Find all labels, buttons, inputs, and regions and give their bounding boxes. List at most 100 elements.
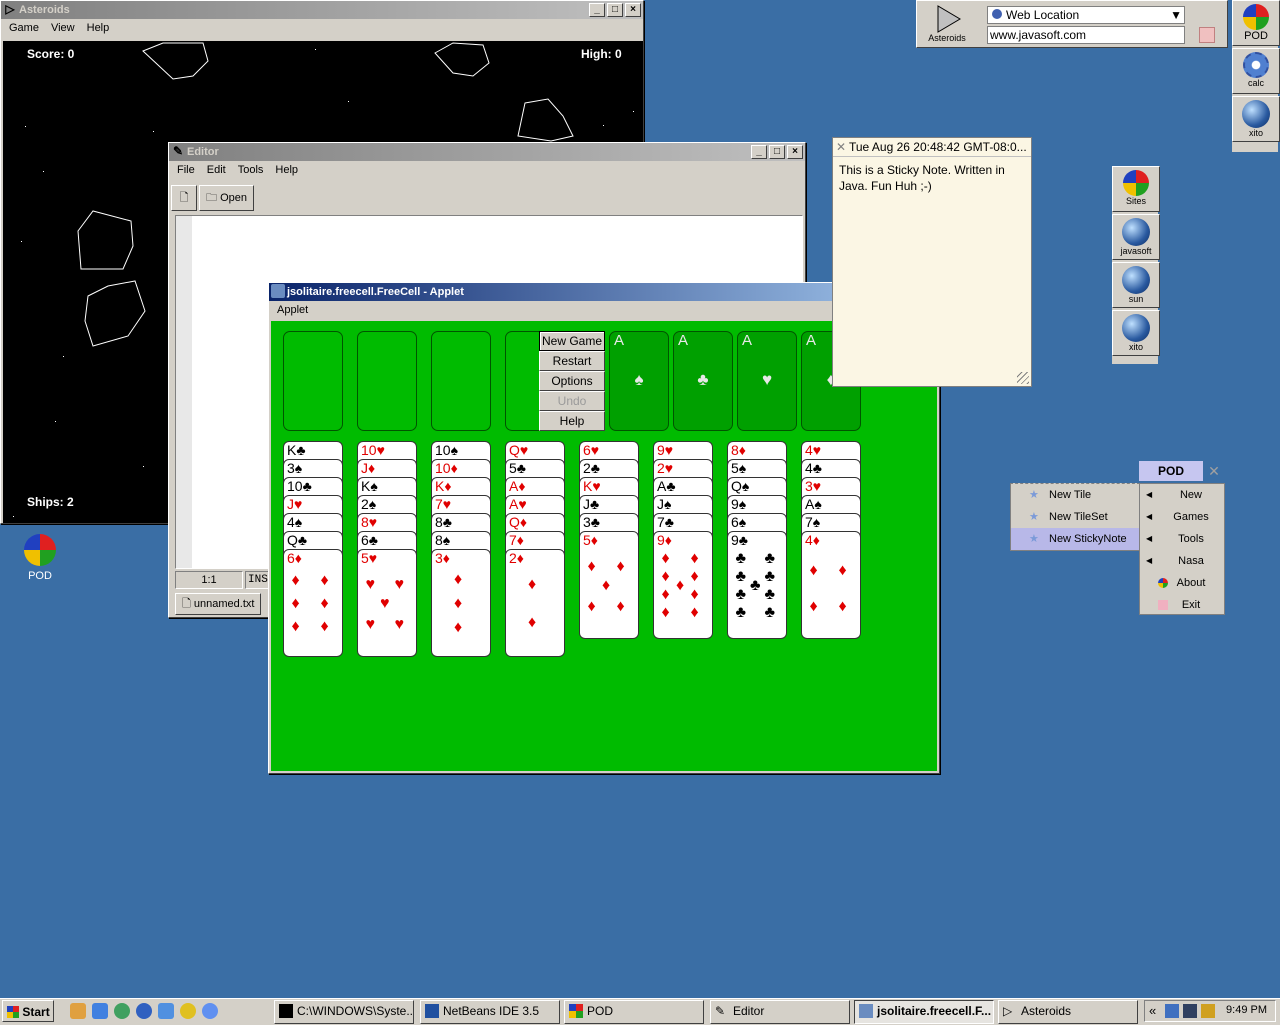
asteroids-launcher[interactable]: Asteroids bbox=[923, 2, 971, 46]
desktop-pod-icon[interactable]: POD bbox=[16, 534, 64, 582]
free-cell[interactable] bbox=[431, 331, 491, 431]
menu-help[interactable]: Help bbox=[81, 19, 116, 37]
card-rank: 10 bbox=[361, 442, 377, 458]
submenu-new-tile[interactable]: ★ New Tile bbox=[1011, 484, 1139, 506]
new-file-button[interactable]: 🗋 bbox=[171, 185, 197, 211]
quick-launch-icon[interactable] bbox=[92, 1003, 108, 1019]
playing-card[interactable]: 3♦ ♦ ♦ ♦ bbox=[431, 549, 491, 657]
playing-card[interactable]: 5♥ ♥ ♥ ♥ ♥ ♥ bbox=[357, 549, 417, 657]
tray-expand-button[interactable]: « bbox=[1149, 1003, 1156, 1018]
quick-launch-icon[interactable] bbox=[136, 1003, 152, 1019]
asteroids-app-icon: ▷ bbox=[5, 2, 15, 16]
quick-launch-icon[interactable] bbox=[202, 1003, 218, 1019]
dock-sun[interactable]: sun bbox=[1112, 262, 1160, 308]
card-rank: 3 bbox=[435, 550, 443, 566]
card-pip-icon: ♦ bbox=[528, 576, 537, 593]
pod-menu-new[interactable]: ◀ New bbox=[1140, 484, 1224, 506]
close-icon[interactable]: ✕ bbox=[836, 138, 846, 156]
restart-button[interactable]: Restart bbox=[539, 351, 605, 371]
task-netbeans[interactable]: NetBeans IDE 3.5 bbox=[420, 1000, 560, 1024]
minimize-button[interactable]: _ bbox=[751, 145, 767, 159]
menu-edit[interactable]: Edit bbox=[201, 161, 232, 179]
task-asteroids[interactable]: ▷ Asteroids bbox=[998, 1000, 1138, 1024]
close-button[interactable]: × bbox=[787, 145, 803, 159]
free-cell[interactable] bbox=[357, 331, 417, 431]
new-game-button[interactable]: New Game bbox=[539, 331, 605, 351]
asteroids-titlebar[interactable]: ▷ Asteroids _ □ × bbox=[1, 1, 643, 19]
clock[interactable]: 9:49 PM bbox=[1226, 1004, 1267, 1016]
display-icon[interactable] bbox=[1183, 1004, 1197, 1018]
free-cell[interactable] bbox=[283, 331, 343, 431]
quick-launch-icon[interactable] bbox=[70, 1003, 86, 1019]
dock-xito[interactable]: xito bbox=[1232, 96, 1280, 142]
menu-view[interactable]: View bbox=[45, 19, 81, 37]
card-rank: 3 bbox=[287, 460, 295, 476]
help-button[interactable]: Help bbox=[539, 411, 605, 431]
url-input[interactable]: www.javasoft.com bbox=[987, 26, 1185, 44]
playing-card[interactable]: 4♦ ♦ ♦ ♦ ♦ bbox=[801, 531, 861, 639]
card-label: 6♥ bbox=[583, 442, 599, 459]
volume-icon[interactable] bbox=[1201, 1004, 1215, 1018]
maximize-button[interactable]: □ bbox=[769, 145, 785, 159]
playing-card[interactable]: 9♣ ♣ ♣ ♣ ♣ ♣ ♣ ♣ ♣ ♣ bbox=[727, 531, 787, 639]
card-rank: 2 bbox=[657, 460, 665, 476]
start-button[interactable]: Start bbox=[2, 1000, 54, 1022]
editor-titlebar[interactable]: ✎ Editor _ □ × bbox=[169, 143, 805, 161]
card-pip-icon: ♦ bbox=[809, 561, 818, 579]
options-button[interactable]: Options bbox=[539, 371, 605, 391]
sticky-text[interactable]: This is a Sticky Note. Written in Java. … bbox=[833, 157, 1031, 199]
menu-applet[interactable]: Applet bbox=[271, 301, 314, 319]
menu-game[interactable]: Game bbox=[3, 19, 45, 37]
cursor-position: 1:1 bbox=[175, 571, 243, 589]
task-freecell[interactable]: jsolitaire.freecell.F... bbox=[854, 1000, 994, 1024]
pod-menu-tools[interactable]: ◀ Tools bbox=[1140, 528, 1224, 550]
playing-card[interactable]: 6♦ ♦ ♦ ♦ ♦ ♦ ♦ bbox=[283, 549, 343, 657]
foundation-pile[interactable]: A ♣ bbox=[673, 331, 733, 431]
foundation-pile[interactable]: A ♥ bbox=[737, 331, 797, 431]
playing-card[interactable]: 9♦ ♦ ♦ ♦ ♦ ♦ ♦ ♦ ♦ ♦ bbox=[653, 531, 713, 639]
pod-menu-games[interactable]: ◀ Games bbox=[1140, 506, 1224, 528]
card-label: 7♠ bbox=[805, 514, 820, 531]
pod-menu-about[interactable]: About bbox=[1140, 572, 1224, 594]
dock-sites[interactable]: Sites bbox=[1112, 166, 1160, 212]
card-label: 2♣ bbox=[583, 460, 600, 477]
playing-card[interactable]: 2♦ ♦ ♦ bbox=[505, 549, 565, 657]
quick-launch-icon[interactable] bbox=[180, 1003, 196, 1019]
dock-calc[interactable]: calc bbox=[1232, 48, 1280, 94]
dock-javasoft[interactable]: javasoft bbox=[1112, 214, 1160, 260]
quick-launch-icon[interactable] bbox=[158, 1003, 174, 1019]
sticky-note[interactable]: ✕ Tue Aug 26 20:48:42 GMT-08:0... This i… bbox=[832, 137, 1032, 387]
sticky-title: Tue Aug 26 20:48:42 GMT-08:0... bbox=[849, 140, 1027, 154]
submenu-new-tileset[interactable]: ★ New TileSet bbox=[1011, 506, 1139, 528]
pod-menu-exit[interactable]: Exit bbox=[1140, 594, 1224, 616]
open-button[interactable]: 🗀 Open bbox=[199, 185, 254, 211]
task-editor[interactable]: ✎ Editor bbox=[710, 1000, 850, 1024]
task-cmd[interactable]: C:\WINDOWS\Syste... bbox=[274, 1000, 414, 1024]
file-tab[interactable]: 🗋 unnamed.txt bbox=[175, 593, 262, 615]
close-button[interactable]: × bbox=[625, 3, 641, 17]
web-location-select[interactable]: Web Location ▼ bbox=[987, 6, 1185, 24]
pod-menu-nasa[interactable]: ◀ Nasa bbox=[1140, 550, 1224, 572]
pod-menu-close-icon[interactable]: ✕ bbox=[1206, 462, 1222, 480]
cube-icon[interactable] bbox=[1199, 27, 1215, 43]
task-pod[interactable]: POD bbox=[564, 1000, 704, 1024]
card-label: K♦ bbox=[435, 478, 452, 495]
quick-launch-icon[interactable] bbox=[114, 1003, 130, 1019]
pod-menu-title[interactable]: POD bbox=[1139, 461, 1203, 481]
undo-button[interactable]: Undo bbox=[539, 391, 605, 411]
menu-file[interactable]: File bbox=[171, 161, 201, 179]
submenu-new-stickynote[interactable]: ★ New StickyNote bbox=[1011, 528, 1139, 550]
dock-xito-site[interactable]: xito bbox=[1112, 310, 1160, 356]
sticky-header[interactable]: ✕ Tue Aug 26 20:48:42 GMT-08:0... bbox=[833, 138, 1031, 157]
card-label: J♠ bbox=[657, 496, 671, 513]
dock-xito-label: xito bbox=[1248, 128, 1263, 138]
network-icon[interactable] bbox=[1165, 1004, 1179, 1018]
maximize-button[interactable]: □ bbox=[607, 3, 623, 17]
menu-tools[interactable]: Tools bbox=[232, 161, 270, 179]
foundation-pile[interactable]: A ♠ bbox=[609, 331, 669, 431]
minimize-button[interactable]: _ bbox=[589, 3, 605, 17]
playing-card[interactable]: 5♦ ♦ ♦ ♦ ♦ ♦ bbox=[579, 531, 639, 639]
menu-help[interactable]: Help bbox=[269, 161, 304, 179]
dock-pod[interactable]: POD bbox=[1232, 0, 1280, 46]
resize-grip-icon[interactable] bbox=[1017, 372, 1029, 384]
